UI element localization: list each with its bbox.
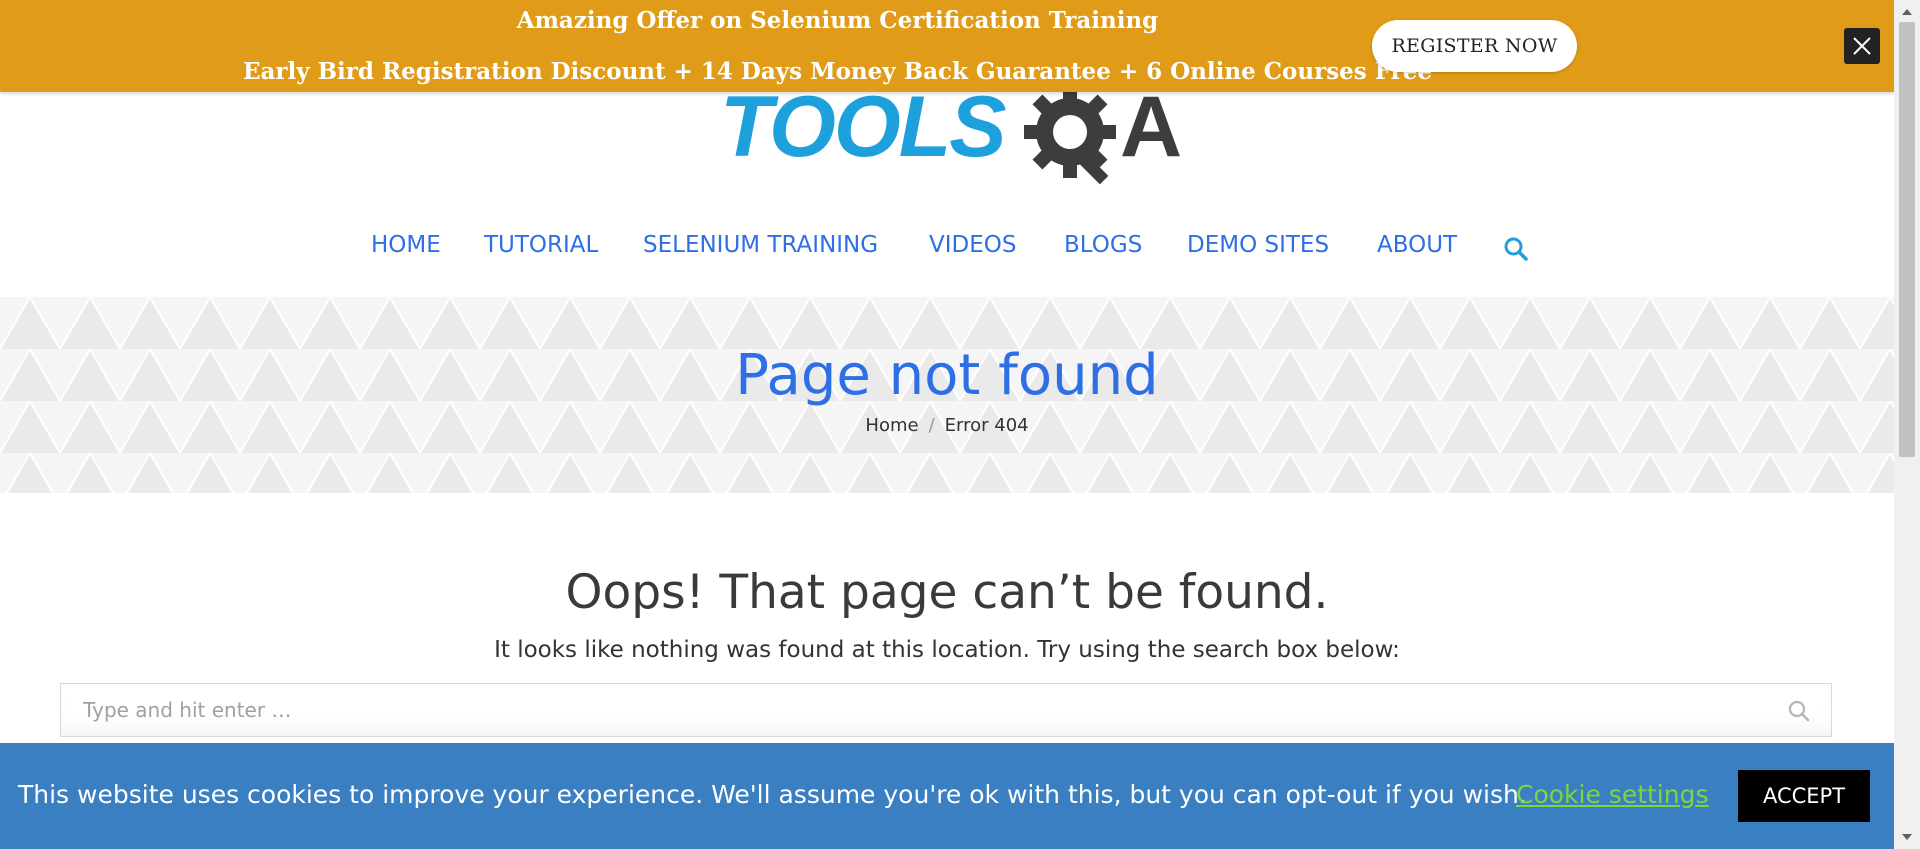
gear-icon — [1024, 86, 1116, 185]
page: TOOLS A Amazing Offer on Selenium Certif… — [0, 0, 1894, 849]
promo-close-button[interactable] — [1844, 28, 1880, 64]
nav-item-home[interactable]: HOME — [371, 232, 441, 258]
search-icon[interactable] — [1503, 236, 1529, 262]
register-now-button[interactable]: REGISTER NOW — [1372, 20, 1577, 72]
nav-item-demo-sites[interactable]: DEMO SITES — [1187, 232, 1329, 258]
toolsqa-logo[interactable]: TOOLS A — [700, 80, 1200, 190]
search-icon[interactable] — [1787, 699, 1811, 723]
page-title: Page not found — [735, 343, 1159, 408]
error-subtext: It looks like nothing was found at this … — [494, 637, 1400, 663]
vertical-scrollbar[interactable] — [1894, 0, 1920, 849]
cookie-message: This website uses cookies to improve you… — [18, 780, 1527, 809]
cookie-consent-bar: This website uses cookies to improve you… — [0, 743, 1894, 849]
page-title-section: Page not found Home / Error 404 — [0, 297, 1894, 493]
close-icon — [1853, 37, 1871, 55]
nav-item-videos[interactable]: VIDEOS — [929, 232, 1016, 258]
breadcrumb-current: Error 404 — [944, 415, 1029, 436]
nav-item-selenium-training[interactable]: SELENIUM TRAINING — [643, 232, 878, 258]
nav-item-about[interactable]: ABOUT — [1377, 232, 1457, 258]
scroll-down-arrow-icon[interactable] — [1894, 827, 1920, 847]
logo-text-a: A — [1120, 80, 1182, 175]
scrollbar-thumb[interactable] — [1899, 22, 1915, 457]
breadcrumb-separator: / — [928, 415, 935, 436]
accept-cookies-button[interactable]: ACCEPT — [1738, 770, 1870, 822]
logo-text-tools: TOOLS — [720, 80, 1006, 175]
breadcrumb-home[interactable]: Home — [865, 415, 918, 436]
error-heading: Oops! That page can’t be found. — [565, 565, 1329, 620]
cookie-settings-link[interactable]: Cookie settings — [1516, 780, 1709, 809]
scroll-up-arrow-icon[interactable] — [1894, 2, 1920, 22]
main-nav: HOME TUTORIAL SELENIUM TRAINING VIDEOS B… — [0, 232, 1894, 272]
breadcrumb: Home / Error 404 — [0, 415, 1894, 436]
search-input[interactable] — [61, 684, 1761, 736]
nav-item-blogs[interactable]: BLOGS — [1064, 232, 1142, 258]
search-form — [60, 683, 1832, 737]
nav-item-tutorial[interactable]: TUTORIAL — [484, 232, 598, 258]
promo-banner: Amazing Offer on Selenium Certification … — [0, 0, 1894, 92]
